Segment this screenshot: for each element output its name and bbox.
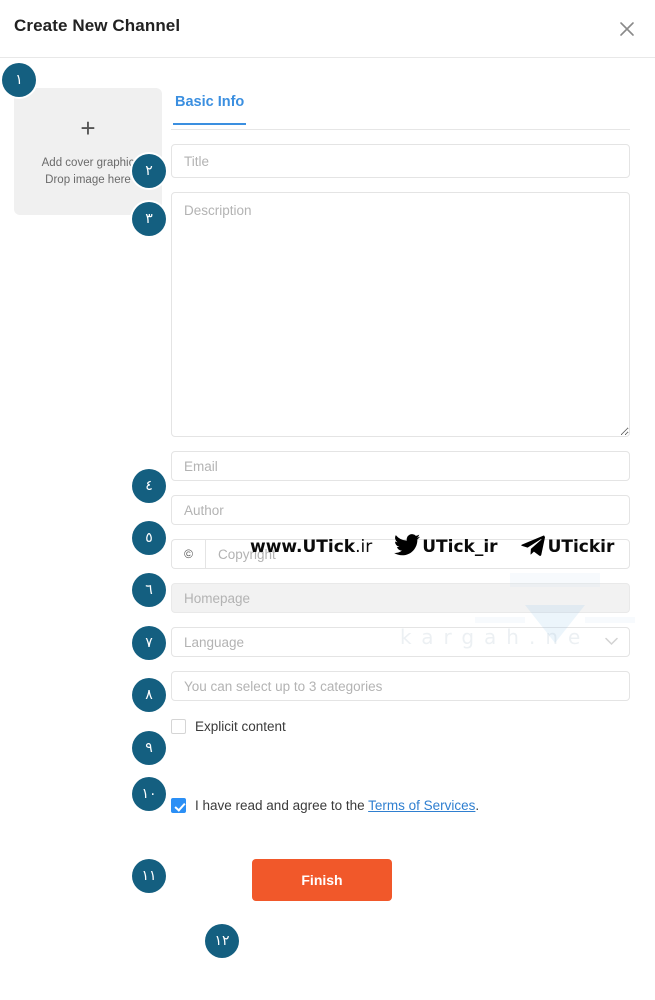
modal-header: Create New Channel (0, 0, 655, 58)
homepage-input[interactable] (171, 583, 630, 613)
explicit-content-checkbox[interactable] (171, 719, 186, 734)
step-badge-2: ٢ (132, 154, 166, 188)
step-badge-9: ٩ (132, 731, 166, 765)
tab-basic-info[interactable]: Basic Info (173, 88, 247, 125)
description-textarea[interactable] (171, 192, 630, 437)
finish-row: Finish (171, 859, 630, 901)
finish-button[interactable]: Finish (252, 859, 392, 901)
step-badge-8: ٨ (132, 678, 166, 712)
terms-suffix: . (475, 798, 480, 813)
field-description (171, 192, 630, 437)
field-categories (171, 671, 630, 701)
field-email (171, 451, 630, 481)
field-homepage (171, 583, 630, 613)
plus-icon: + (80, 112, 96, 143)
language-select-wrap (171, 627, 630, 657)
step-badge-6: ٦ (132, 573, 166, 607)
terms-checkbox[interactable] (171, 798, 186, 813)
close-icon[interactable] (614, 16, 640, 42)
copyright-input[interactable] (205, 539, 630, 569)
step-badge-5: ٥ (132, 521, 166, 555)
categories-input[interactable] (171, 671, 630, 701)
step-badge-7: ٧ (132, 626, 166, 660)
page-title: Create New Channel (14, 16, 181, 35)
terms-prefix: I have read and agree to the (195, 798, 369, 813)
explicit-content-row[interactable]: Explicit content (171, 719, 630, 734)
cover-line-1: Add cover graphic (41, 156, 135, 169)
step-badge-4: ٤ (132, 469, 166, 503)
terms-of-services-link[interactable]: Terms of Services (368, 798, 475, 813)
author-input[interactable] (171, 495, 630, 525)
tab-bar: Basic Info (171, 88, 630, 130)
field-author (171, 495, 630, 525)
cover-line-2: Drop image here (45, 173, 131, 186)
step-badge-10: ١٠ (132, 777, 166, 811)
language-select[interactable] (171, 627, 630, 657)
title-input[interactable] (171, 144, 630, 178)
form-column: Basic Info © Ex (171, 88, 630, 901)
step-badge-1: ١ (2, 63, 36, 97)
email-field[interactable] (171, 451, 630, 481)
field-title (171, 144, 630, 178)
step-badge-12: ١٢ (205, 924, 239, 958)
explicit-content-label: Explicit content (195, 719, 286, 734)
field-language (171, 627, 630, 657)
field-copyright: © (171, 539, 630, 569)
step-badge-11: ١١ (132, 859, 166, 893)
terms-row[interactable]: I have read and agree to the Terms of Se… (171, 798, 630, 813)
terms-label: I have read and agree to the Terms of Se… (195, 798, 479, 813)
copyright-icon: © (171, 539, 205, 569)
step-badge-3: ٣ (132, 202, 166, 236)
cover-graphic-dropzone[interactable]: + Add cover graphic Drop image here (14, 88, 162, 215)
copyright-group: © (171, 539, 630, 569)
